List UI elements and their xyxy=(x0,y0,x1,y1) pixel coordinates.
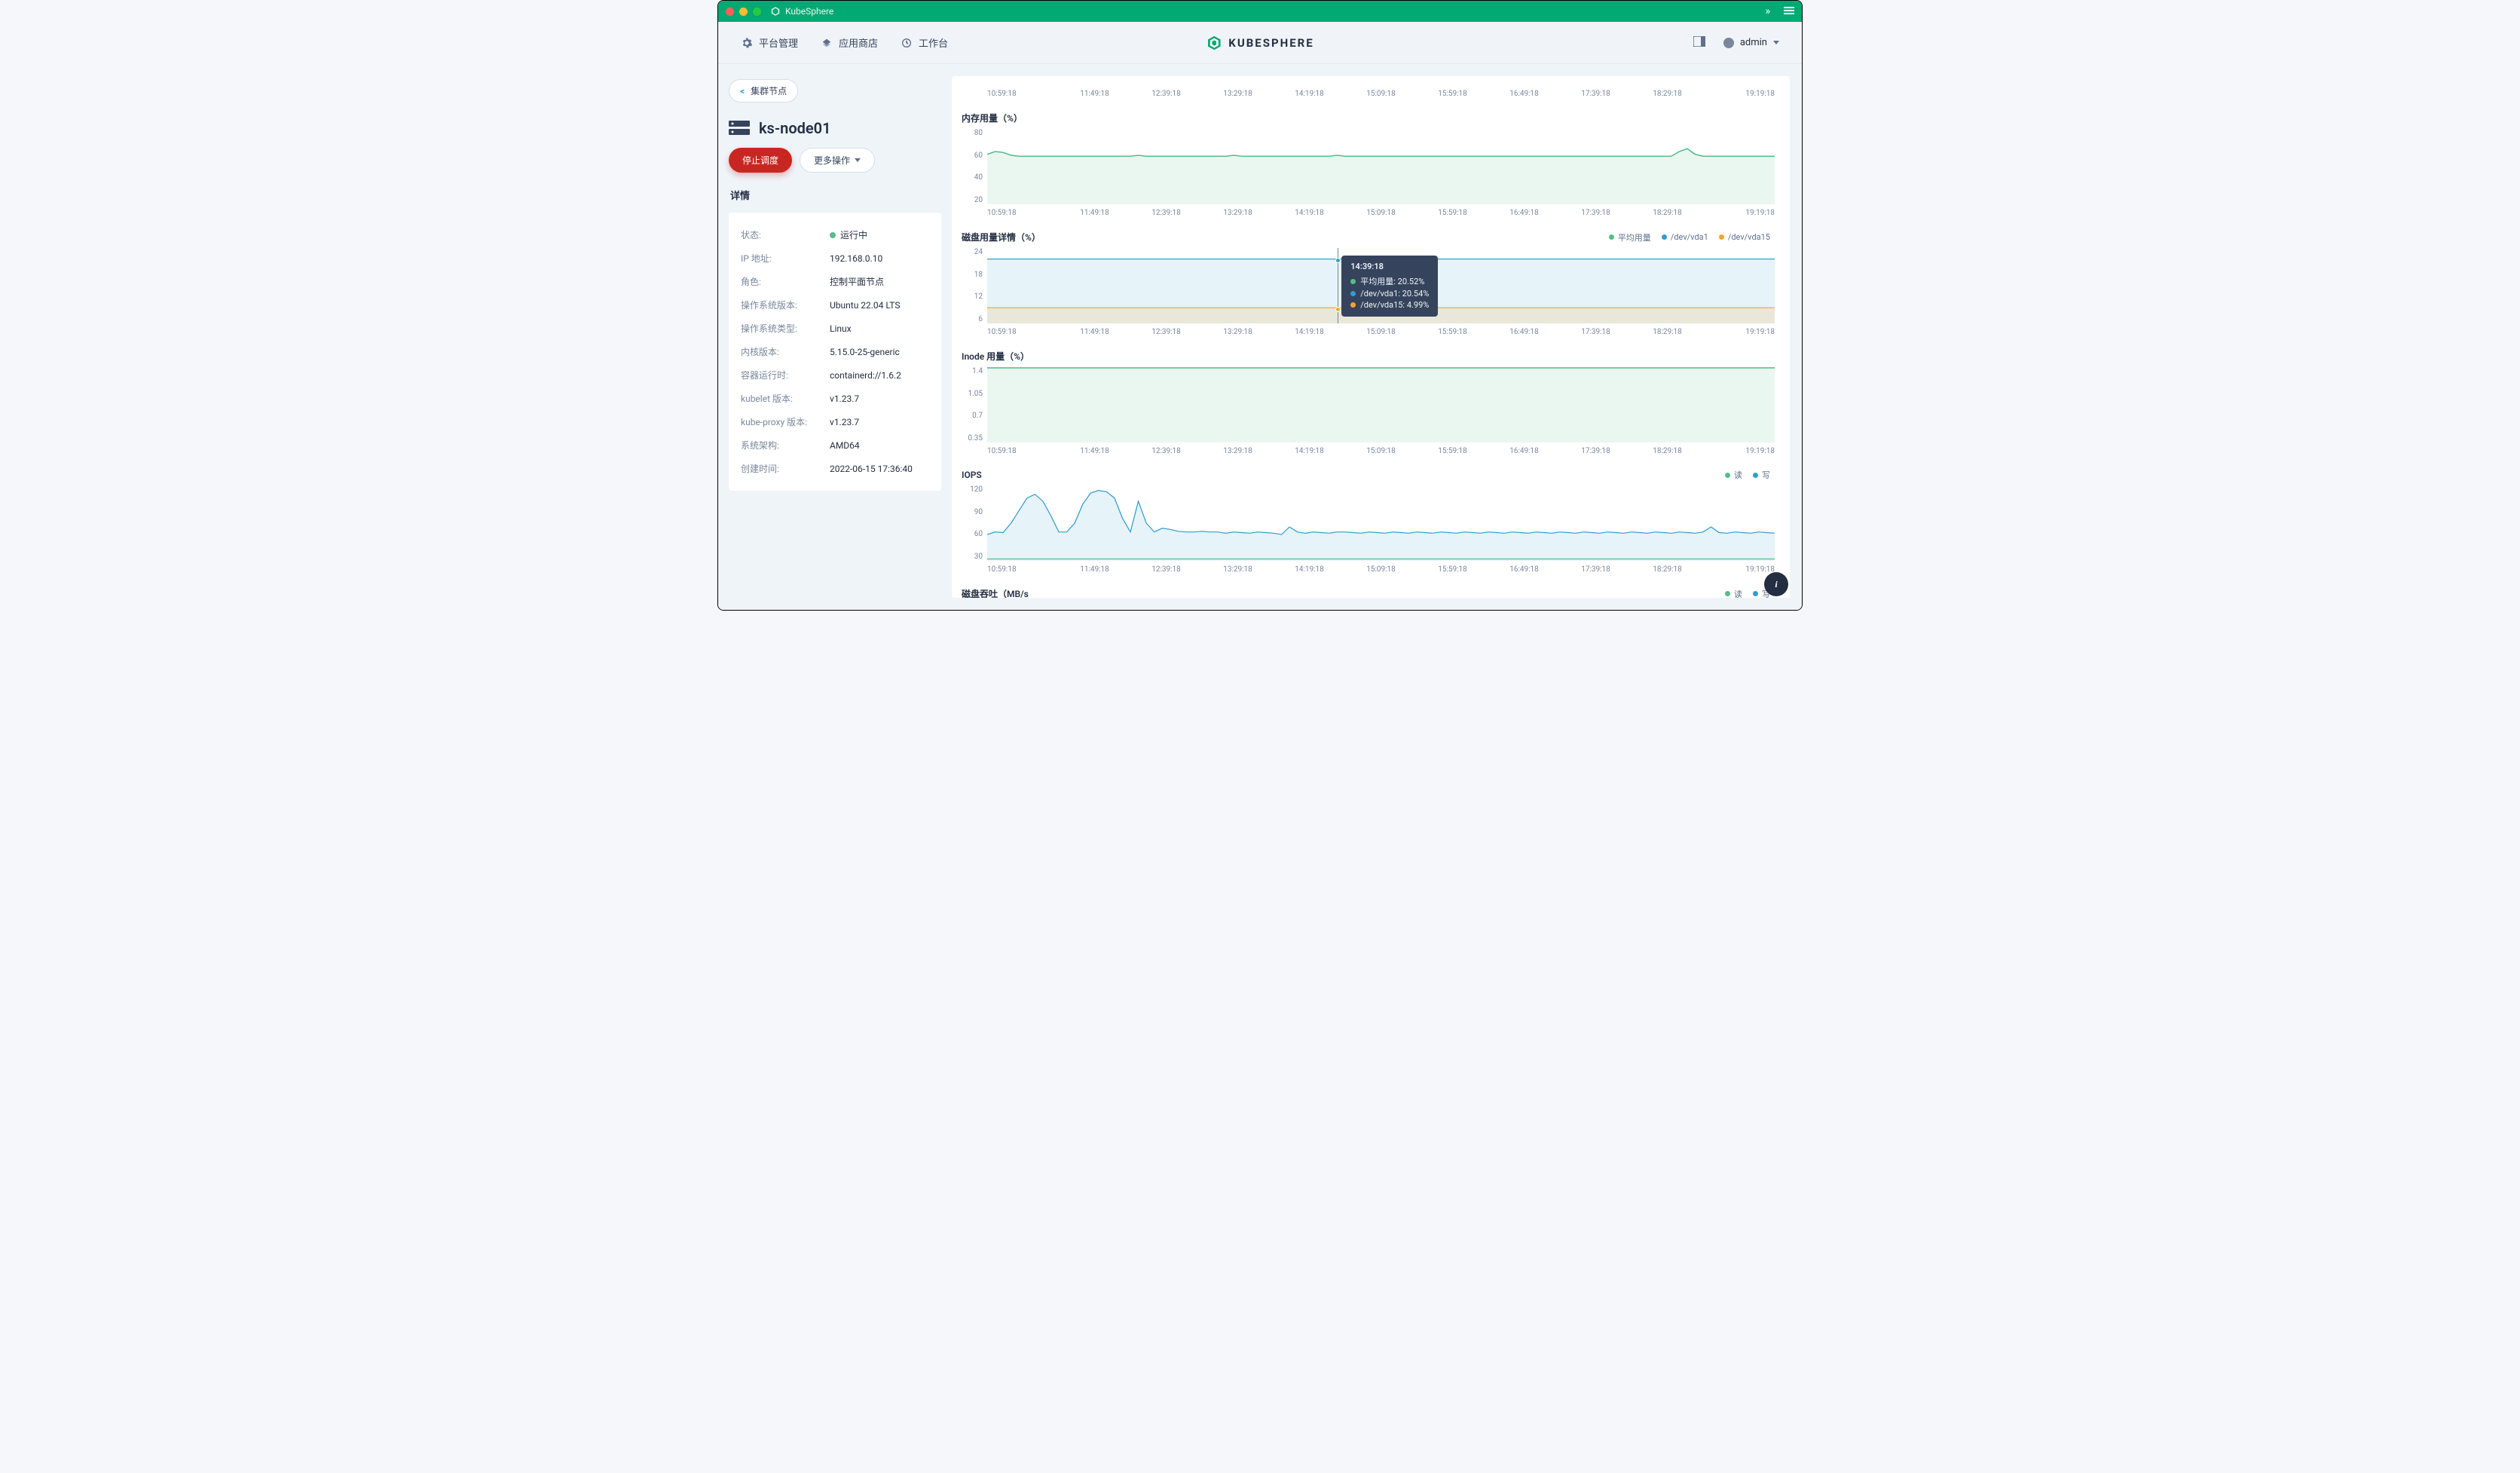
detail-row: 角色:控制平面节点 xyxy=(741,270,929,293)
chart-title-iops: IOPS xyxy=(962,470,982,480)
maximize-window-icon[interactable] xyxy=(753,8,761,16)
nav-workbench[interactable]: 工作台 xyxy=(901,35,948,50)
chart-yaxis: 2418126 xyxy=(957,248,987,323)
detail-row: 系统架构:AMD64 xyxy=(741,433,929,457)
node-icon xyxy=(729,121,750,136)
chart-legend: 读写 xyxy=(1725,588,1770,599)
chart-plot-disk: 14:39:18 平均用量: 20.52%/dev/vda1: 20.54%/d… xyxy=(987,248,1775,323)
layout-icon[interactable] xyxy=(1693,36,1705,49)
chart-title-disk: 磁盘用量详情（%） xyxy=(962,231,1041,243)
chart-plot-inode xyxy=(987,367,1775,443)
kubesphere-logo-icon xyxy=(1206,35,1222,51)
chart-legend: 平均用量/dev/vda1/dev/vda15 xyxy=(1609,231,1770,243)
global-header: 平台管理 应用商店 工作台 KUBESPHERE admin xyxy=(718,22,1802,64)
stop-schedule-button[interactable]: 停止调度 xyxy=(729,148,792,173)
app-title: KubeSphere xyxy=(785,6,833,17)
detail-row: kubelet 版本:v1.23.7 xyxy=(741,387,929,410)
chart-xaxis: 10:59:1811:49:1812:39:1813:29:1814:19:18… xyxy=(987,90,1775,98)
chart-title-inode: Inode 用量（%） xyxy=(962,350,1029,363)
window-titlebar: KubeSphere » xyxy=(718,1,1802,22)
chevron-down-icon xyxy=(1773,41,1779,44)
user-menu[interactable]: admin xyxy=(1723,37,1779,48)
chart-plot-iops xyxy=(987,485,1775,561)
page-title: ks-node01 xyxy=(759,119,831,137)
breadcrumb-back[interactable]: < 集群节点 xyxy=(729,79,798,103)
chart-xaxis: 10:59:1811:49:1812:39:1813:29:1814:19:18… xyxy=(987,565,1775,574)
details-list: 状态:运行中IP 地址:192.168.0.10角色:控制平面节点操作系统版本:… xyxy=(729,213,941,491)
chart-yaxis: 1.41.050.70.35 xyxy=(957,367,987,443)
chart-tooltip: 14:39:18 平均用量: 20.52%/dev/vda1: 20.54%/d… xyxy=(1341,256,1438,317)
detail-row: 容器运行时:containerd://1.6.2 xyxy=(741,363,929,387)
help-fab[interactable]: i xyxy=(1764,572,1788,596)
chart-xaxis: 10:59:1811:49:1812:39:1813:29:1814:19:18… xyxy=(987,447,1775,455)
appstore-icon xyxy=(821,37,833,49)
chart-hover-point xyxy=(1335,258,1341,263)
detail-row: 内核版本:5.15.0-25-generic xyxy=(741,340,929,363)
chart-yaxis: 120906030 xyxy=(957,485,987,561)
chart-plot-mem xyxy=(987,129,1775,204)
detail-row: 创建时间:2022-06-15 17:36:40 xyxy=(741,457,929,480)
detail-row: IP 地址:192.168.0.10 xyxy=(741,247,929,270)
nav-platform[interactable]: 平台管理 xyxy=(741,35,798,50)
detail-row: 操作系统类型:Linux xyxy=(741,317,929,340)
chart-title-throughput: 磁盘吞吐（MB/s xyxy=(962,587,1029,598)
chart-hover-point xyxy=(1335,307,1341,312)
main-content[interactable]: 10:59:1811:49:1812:39:1813:29:1814:19:18… xyxy=(952,76,1790,598)
expand-icon[interactable]: » xyxy=(1765,5,1770,17)
brand-logo[interactable]: KUBESPHERE xyxy=(1206,35,1314,51)
chart-xaxis: 10:59:1811:49:1812:39:1813:29:1814:19:18… xyxy=(987,209,1775,217)
menu-icon[interactable] xyxy=(1784,5,1794,17)
chart-yaxis: 80604020 xyxy=(957,129,987,204)
chart-legend: 读写 xyxy=(1725,469,1770,481)
more-actions-button[interactable]: 更多操作 xyxy=(800,148,875,173)
minimize-window-icon[interactable] xyxy=(739,8,748,16)
chart-xaxis: 10:59:1811:49:1812:39:1813:29:1814:19:18… xyxy=(987,328,1775,336)
nav-appstore[interactable]: 应用商店 xyxy=(821,35,878,50)
detail-row: 操作系统版本:Ubuntu 22.04 LTS xyxy=(741,293,929,317)
avatar-icon xyxy=(1723,38,1734,48)
gear-icon xyxy=(741,37,753,49)
app-icon xyxy=(770,6,781,17)
chevron-down-icon xyxy=(855,158,861,162)
chart-title-mem: 内存用量（%） xyxy=(962,112,1023,124)
close-window-icon[interactable] xyxy=(726,8,734,16)
workbench-icon xyxy=(901,37,913,49)
detail-row: kube-proxy 版本:v1.23.7 xyxy=(741,410,929,433)
detail-row: 状态:运行中 xyxy=(741,223,929,247)
chevron-left-icon: < xyxy=(740,86,745,96)
details-heading: 详情 xyxy=(729,188,941,202)
